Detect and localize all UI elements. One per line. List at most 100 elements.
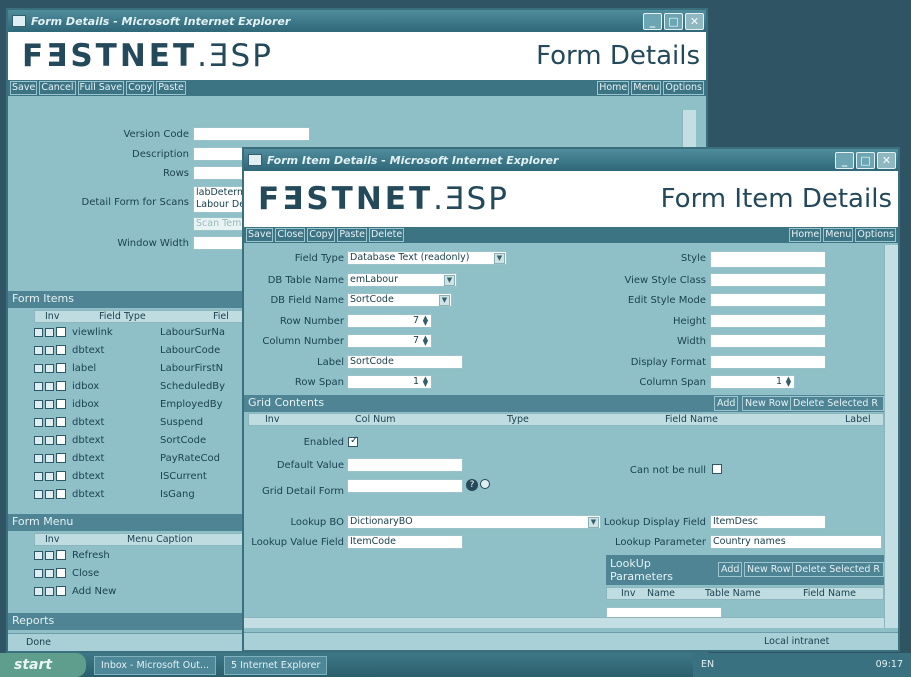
spinner-icon[interactable]: ▲ ▼ [421,376,430,388]
delete-icon[interactable] [45,417,54,427]
cancel-link[interactable]: Cancel [39,81,76,95]
lookup-bo-select[interactable]: DictionaryBO ▼ [347,515,601,529]
db-field-select[interactable]: SortCode ▼ [347,293,452,307]
can-not-be-null-checkbox[interactable] [712,464,722,474]
delete-icon[interactable] [45,568,54,578]
delete-icon[interactable] [45,327,54,337]
delete-icon[interactable] [45,381,54,391]
edit-icon[interactable] [34,363,43,373]
delete-icon[interactable] [45,489,54,499]
delete-icon[interactable] [45,435,54,445]
row-span-stepper[interactable]: 1 ▲ ▼ [347,375,432,389]
list-item[interactable]: Close [34,565,248,582]
full-save-link[interactable]: Full Save [77,81,125,95]
table-row[interactable]: dbtext SortCode [34,432,248,449]
inv-checkbox[interactable] [56,435,66,445]
lookup-add-button[interactable]: Add [718,562,743,577]
edit-icon[interactable] [34,399,43,409]
list-item[interactable]: Refresh [34,547,248,564]
inv-checkbox[interactable] [56,550,66,560]
inv-checkbox[interactable] [56,381,66,391]
inv-checkbox[interactable] [56,471,66,481]
lookup-parameter-input[interactable]: Country names [710,535,882,549]
lookup-delete-selected-button[interactable]: Delete Selected R [792,562,884,577]
column-span-stepper[interactable]: 1 ▲ ▼ [710,375,795,389]
lookup-value-input[interactable]: ItemCode [347,535,463,549]
chevron-down-icon[interactable]: ▼ [494,253,505,264]
paste-link[interactable]: Paste [337,228,367,242]
grid-new-row-button[interactable]: New Row [742,396,792,411]
maximize-button[interactable]: □ [856,151,875,169]
spinner-icon[interactable]: ▲ ▼ [421,315,430,327]
paste-link[interactable]: Paste [156,81,186,95]
edit-icon[interactable] [34,435,43,445]
grid-delete-selected-button[interactable]: Delete Selected R [790,396,884,411]
front-vertical-scrollbar[interactable] [884,245,898,628]
spinner-icon[interactable]: ▲ ▼ [784,376,793,388]
display-format-input[interactable] [710,355,826,369]
table-row[interactable]: label LabourFirstN [34,360,248,377]
lookup-display-input[interactable]: ItemDesc [710,515,826,529]
inv-checkbox[interactable] [56,417,66,427]
spinner-icon[interactable]: ▲ ▼ [421,335,430,347]
home-link[interactable]: Home [597,81,630,95]
column-number-stepper[interactable]: 7 ▲ ▼ [347,334,432,348]
edit-icon[interactable] [34,381,43,391]
delete-icon[interactable] [45,363,54,373]
edit-icon[interactable] [34,345,43,355]
close-button[interactable]: ✕ [877,151,896,169]
copy-link[interactable]: Copy [307,228,336,242]
table-row[interactable]: dbtext LabourCode [34,342,248,359]
inv-checkbox[interactable] [56,489,66,499]
style-input[interactable] [710,251,826,268]
delete-icon[interactable] [45,471,54,481]
chevron-down-icon[interactable]: ▼ [444,275,455,286]
title-bar[interactable]: Form Details - Microsoft Internet Explor… [8,10,706,32]
edit-icon[interactable] [34,586,43,596]
save-link[interactable]: Save [10,81,38,95]
height-input[interactable] [710,314,826,328]
language-indicator[interactable]: EN [701,659,714,670]
delete-link[interactable]: Delete [368,228,405,242]
label-input[interactable]: SortCode [347,355,463,369]
close-link[interactable]: Close [275,228,306,242]
help-icon[interactable]: ? [466,479,478,491]
default-value-input[interactable] [347,458,463,472]
save-link[interactable]: Save [246,228,274,242]
edit-icon[interactable] [34,568,43,578]
minimize-button[interactable]: _ [835,151,854,169]
enabled-checkbox[interactable]: ✓ [348,435,358,447]
edit-icon[interactable] [34,489,43,499]
view-style-input[interactable] [710,273,826,287]
delete-icon[interactable] [45,345,54,355]
inv-checkbox[interactable] [56,586,66,596]
lookup-new-row-button[interactable]: New Row [744,562,794,577]
menu-link[interactable]: Menu [631,81,662,95]
front-horizontal-scrollbar[interactable] [244,617,884,628]
inv-checkbox[interactable] [56,399,66,409]
edit-icon[interactable] [34,417,43,427]
edit-icon[interactable] [34,453,43,463]
taskbar-item-outlook[interactable]: Inbox - Microsoft Out... [94,655,216,675]
taskbar-item-ie[interactable]: 5 Internet Explorer [224,655,328,675]
inv-checkbox[interactable] [56,363,66,373]
row-number-stepper[interactable]: 7 ▲ ▼ [347,314,432,328]
close-button[interactable]: ✕ [685,12,704,30]
db-table-select[interactable]: emLabour ▼ [347,273,457,287]
table-row[interactable]: dbtext PayRateCod [34,450,248,467]
edit-icon[interactable] [34,550,43,560]
inv-checkbox[interactable] [56,453,66,463]
edit-icon[interactable] [34,327,43,337]
search-icon[interactable] [480,479,490,489]
home-link[interactable]: Home [789,228,822,242]
grid-detail-form-input[interactable] [347,479,463,493]
table-row[interactable]: viewlink LabourSurNa [34,324,248,341]
copy-link[interactable]: Copy [126,81,155,95]
table-row[interactable]: dbtext IsGang [34,486,248,503]
delete-icon[interactable] [45,550,54,560]
options-link[interactable]: Options [855,228,896,242]
start-button[interactable]: start [0,653,86,677]
table-row[interactable]: idbox ScheduledBy [34,378,248,395]
edit-style-input[interactable] [710,293,826,307]
minimize-button[interactable]: _ [643,12,662,30]
